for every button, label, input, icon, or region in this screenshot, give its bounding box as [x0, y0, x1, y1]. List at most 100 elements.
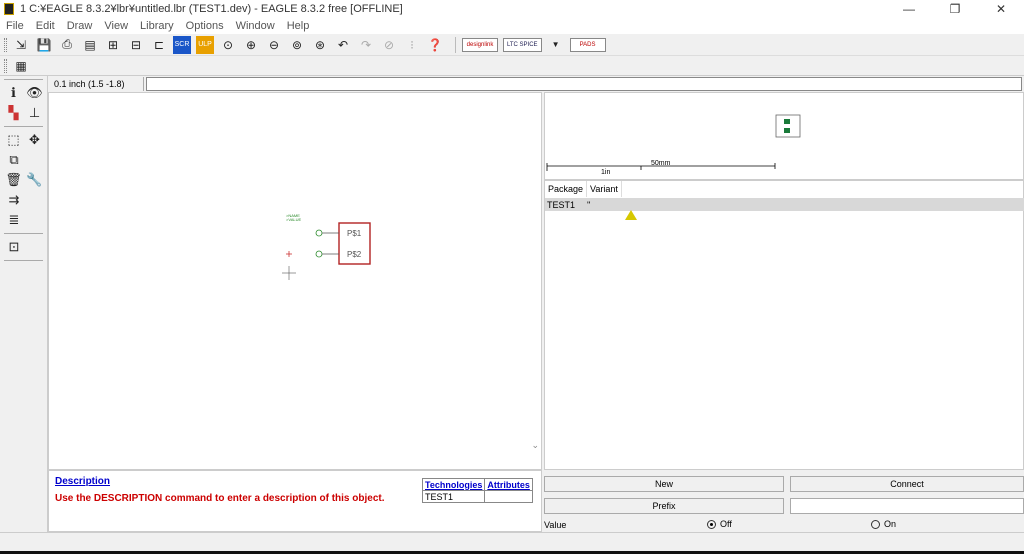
scale-metric-label: 50mm — [651, 160, 671, 167]
radio-selected-icon — [707, 519, 716, 529]
technologies-table: Technologies Attributes TEST1 — [421, 478, 533, 503]
script-icon[interactable]: ⊏ — [150, 36, 168, 54]
help-icon[interactable]: ❓ — [426, 36, 444, 54]
stop-icon[interactable]: ⊘ — [380, 36, 398, 54]
package-column-header[interactable]: Package — [545, 181, 588, 197]
toolbox-divider — [4, 260, 43, 261]
title-bar: 1 C:¥EAGLE 8.3.2¥lbr¥untitled.lbr (TEST1… — [0, 0, 1024, 18]
description-text: Use the DESCRIPTION command to enter a d… — [55, 493, 385, 504]
status-bar — [0, 532, 1024, 554]
attribute-cell[interactable] — [484, 490, 533, 503]
open-icon[interactable]: ⇲ — [12, 36, 30, 54]
command-line-input[interactable] — [146, 77, 1022, 91]
warning-icon — [625, 199, 637, 220]
technology-cell[interactable]: TEST1 — [421, 490, 486, 503]
prefix-button[interactable]: Prefix — [544, 498, 784, 514]
board-icon[interactable]: ⊞ — [104, 36, 122, 54]
redo-icon[interactable]: ↷ — [357, 36, 375, 54]
pin1-name: P$1 — [347, 229, 362, 238]
value-off-radio[interactable]: Off — [707, 519, 732, 529]
zoom-redraw-icon[interactable]: ⊚ — [288, 36, 306, 54]
package-row[interactable]: TEST1 '' — [545, 198, 1024, 220]
zoom-select-icon[interactable]: ⊛ — [311, 36, 329, 54]
description-panel: Description Use the DESCRIPTION command … — [48, 470, 542, 532]
text-icon[interactable]: ⊡ — [5, 239, 23, 255]
dropdown-arrow-icon[interactable]: ▼ — [547, 36, 565, 54]
variant-name: '' — [587, 199, 591, 210]
schematic-drawing: >NAME >VALUE P$1 P$2 — [282, 213, 371, 280]
package-list: Package Variant TEST1 '' — [544, 180, 1024, 470]
group-icon[interactable]: ⬚ — [5, 132, 22, 148]
connect-button[interactable]: Connect — [790, 476, 1024, 492]
coordinate-readout: 0.1 inch (1.5 -1.8) — [48, 77, 144, 91]
toolbox-divider — [4, 233, 43, 234]
pads-button[interactable]: PADS — [569, 37, 606, 52]
value-on-radio[interactable]: On — [871, 519, 896, 529]
prefix-field[interactable] — [790, 498, 1024, 514]
package-preview: 50mm 1in — [544, 92, 1024, 180]
toolbox-divider — [4, 126, 43, 127]
technologies-link[interactable]: Technologies — [421, 478, 486, 491]
undo-icon[interactable]: ↶ — [334, 36, 352, 54]
menu-help[interactable]: Help — [287, 20, 310, 32]
mark-icon[interactable]: ⊥ — [26, 105, 43, 121]
delete-icon[interactable]: 🗑 — [5, 172, 22, 188]
package-thumbnail — [775, 114, 801, 138]
off-label: Off — [720, 519, 732, 529]
secondary-toolbar: ▦ — [0, 56, 1024, 76]
menu-options[interactable]: Options — [186, 20, 224, 32]
pin1-circle — [315, 229, 323, 237]
cam-icon[interactable]: ▤ — [81, 36, 99, 54]
go-icon[interactable]: ⁝ — [403, 36, 421, 54]
show-eye-icon[interactable]: 👁 — [26, 85, 43, 101]
menu-window[interactable]: Window — [236, 20, 275, 32]
attributes-link[interactable]: Attributes — [484, 478, 533, 491]
coordinate-bar: 0.1 inch (1.5 -1.8) — [48, 76, 1024, 92]
toolbar-grip-2 — [4, 58, 7, 73]
window-title: 1 C:¥EAGLE 8.3.2¥lbr¥untitled.lbr (TEST1… — [20, 3, 403, 15]
close-button[interactable]: ✕ — [978, 0, 1024, 18]
value-label: >VALUE — [286, 217, 301, 222]
value-label-text: Value — [544, 520, 567, 530]
move-icon[interactable]: ✥ — [26, 132, 43, 148]
menu-view[interactable]: View — [104, 20, 128, 32]
scr-icon[interactable]: SCR — [173, 35, 191, 54]
toolbox-divider — [4, 79, 43, 80]
window-controls: — ❐ ✕ — [886, 0, 1024, 18]
ulp-icon[interactable]: ⊟ — [127, 36, 145, 54]
copy-icon[interactable]: ⧉ — [5, 152, 23, 168]
info-icon[interactable]: ℹ — [5, 85, 22, 101]
minimize-button[interactable]: — — [886, 0, 932, 18]
menu-library[interactable]: Library — [140, 20, 174, 32]
menu-edit[interactable]: Edit — [36, 20, 55, 32]
variant-column-header[interactable]: Variant — [587, 181, 622, 197]
toolbar-grip — [4, 37, 7, 52]
left-toolbox: ℹ 👁 ▚ ⊥ ⬚ ✥ ⧉ 🗑 🔧 ⇉ ≣ ⊡ — [0, 76, 48, 544]
menu-draw[interactable]: Draw — [67, 20, 93, 32]
menu-file[interactable]: File — [6, 20, 24, 32]
description-link[interactable]: Description — [55, 476, 110, 487]
ltc-spice-button[interactable]: LTC SPICE — [503, 37, 542, 52]
wrench-icon[interactable]: 🔧 — [26, 172, 43, 188]
zoom-out-icon[interactable]: ⊖ — [265, 36, 283, 54]
zoom-in-icon[interactable]: ⊕ — [242, 36, 260, 54]
drawing-canvas[interactable]: >NAME >VALUE P$1 P$2 ⌄ — [48, 92, 542, 470]
grid-icon[interactable]: ▦ — [12, 57, 30, 75]
add-gate-icon[interactable]: ⇉ — [5, 192, 23, 208]
design-link-button[interactable]: designlink — [462, 37, 498, 52]
scale-imperial-label: 1in — [601, 169, 610, 176]
print-icon[interactable]: ⎙ — [58, 36, 76, 54]
toolbar-separator — [455, 36, 456, 53]
restore-button[interactable]: ❐ — [932, 0, 978, 18]
package-name: TEST1 — [547, 199, 576, 210]
layers-icon[interactable]: ▚ — [5, 105, 22, 121]
scroll-chevron-icon[interactable]: ⌄ — [531, 440, 539, 451]
zoom-fit-icon[interactable]: ⊙ — [219, 36, 237, 54]
name-gate-icon[interactable]: ≣ — [5, 212, 23, 228]
new-button[interactable]: New — [544, 476, 784, 492]
ulp-run-icon[interactable]: ULP — [196, 35, 214, 54]
main-toolbar: ⇲ 💾 ⎙ ▤ ⊞ ⊟ ⊏ SCR ULP ⊙ ⊕ ⊖ ⊚ ⊛ ↶ ↷ ⊘ ⁝ … — [0, 34, 1024, 56]
radio-unselected-icon — [871, 519, 880, 529]
menu-bar: File Edit Draw View Library Options Wind… — [0, 18, 1024, 34]
save-icon[interactable]: 💾 — [35, 36, 53, 54]
